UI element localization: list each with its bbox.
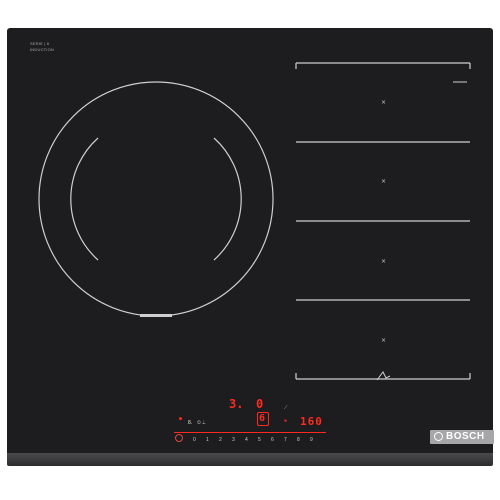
- zone-marker-2: ×: [381, 178, 386, 185]
- selected-zone-value: 6: [259, 413, 266, 424]
- brand-name: BOSCH: [446, 431, 485, 442]
- slider-step-7[interactable]: 7: [284, 437, 287, 443]
- timer-icon[interactable]: ⏲ ⟂: [197, 420, 206, 426]
- zone-marker-1: ×: [381, 99, 386, 106]
- slider-step-5[interactable]: 5: [258, 437, 261, 443]
- slider-step-2[interactable]: 2: [219, 437, 222, 443]
- slider-step-3[interactable]: 3: [232, 437, 235, 443]
- zone-marker-4: ×: [381, 337, 386, 344]
- inner-zone-arc-right: [213, 137, 242, 261]
- cooking-zones: × × × ×: [38, 62, 471, 381]
- inner-zone-arc-left: [70, 137, 99, 261]
- large-round-zone-outline: [38, 81, 274, 317]
- zone-marker-3: ×: [381, 258, 386, 265]
- zone-power-display-left: 3.: [229, 397, 244, 411]
- timer-indicator: ▪: [284, 418, 288, 424]
- zone-power-display-right: 0: [256, 397, 264, 411]
- slider-step-6[interactable]: 6: [271, 437, 274, 443]
- slider-step-4[interactable]: 4: [245, 437, 248, 443]
- power-icon[interactable]: [175, 434, 183, 442]
- zone-indicator-dot: ●: [179, 416, 183, 422]
- slider-step-0[interactable]: 0: [193, 437, 196, 443]
- slider-step-8[interactable]: 8: [297, 437, 300, 443]
- slider-step-1[interactable]: 1: [206, 437, 209, 443]
- left-indicator: 8.: [188, 420, 193, 426]
- bosch-logo-icon: [434, 432, 443, 441]
- zone-front-marker: [140, 314, 172, 317]
- power-slider-track[interactable]: [174, 432, 326, 433]
- timer-display: 160: [300, 415, 323, 428]
- slider-step-9[interactable]: 9: [310, 437, 313, 443]
- flex-zone-button-icon[interactable]: ⟋: [284, 405, 288, 411]
